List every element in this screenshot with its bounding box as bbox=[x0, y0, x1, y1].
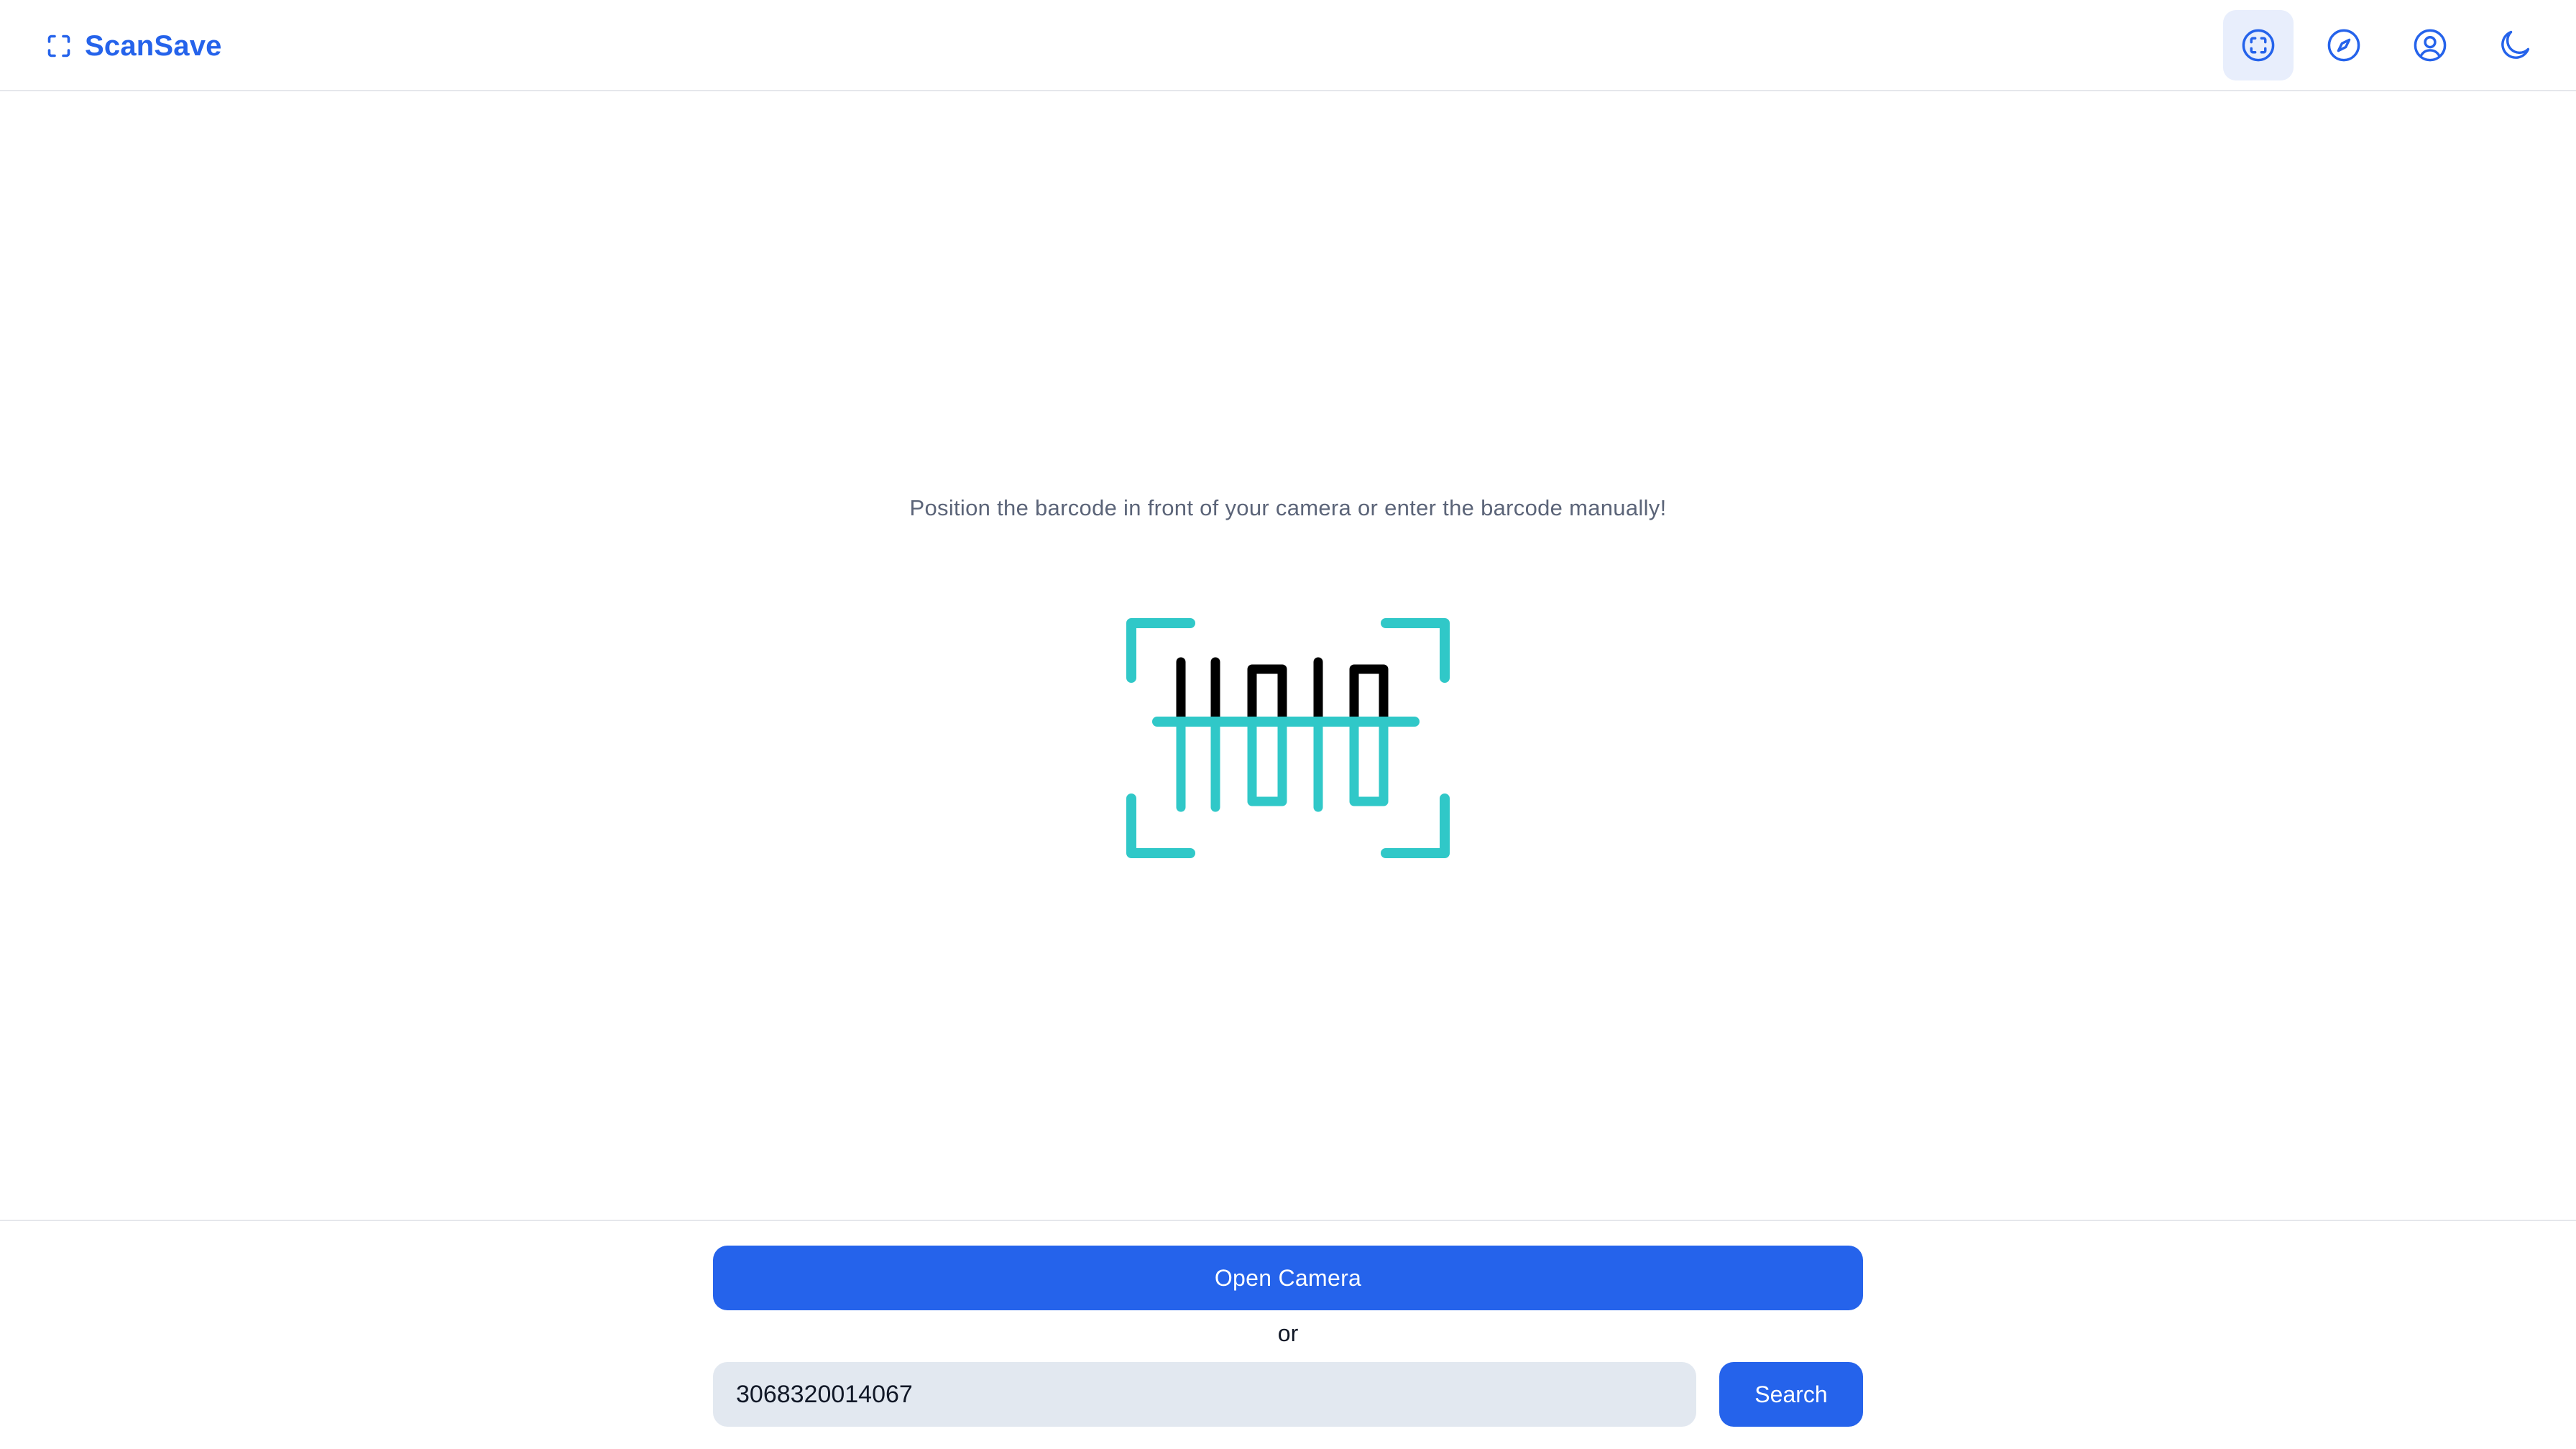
user-circle-icon bbox=[2414, 29, 2447, 62]
scan-controls: Open Camera or Search bbox=[0, 1220, 2576, 1449]
app-root: ScanSave Position the barcode in front o… bbox=[0, 0, 2576, 1449]
nav-profile-button[interactable] bbox=[2395, 10, 2465, 80]
search-button[interactable]: Search bbox=[1719, 1362, 1863, 1427]
barcode-scan-illustration bbox=[1124, 613, 1452, 863]
compass-icon bbox=[2327, 29, 2360, 62]
scan-instruction-text: Position the barcode in front of your ca… bbox=[909, 495, 1667, 520]
barcode-input[interactable] bbox=[713, 1362, 1696, 1427]
scanner-main: Position the barcode in front of your ca… bbox=[0, 93, 2576, 1220]
brand-logo-link[interactable]: ScanSave bbox=[46, 29, 222, 63]
scan-frame-icon bbox=[47, 34, 70, 58]
nav-explore-button[interactable] bbox=[2309, 10, 2379, 80]
theme-toggle-button[interactable] bbox=[2480, 10, 2550, 80]
moon-icon bbox=[2501, 30, 2530, 59]
barcode-scan-icon bbox=[1126, 618, 1450, 858]
scan-icon bbox=[2242, 29, 2275, 62]
nav-scan-button[interactable] bbox=[2223, 10, 2294, 80]
brand-name: ScanSave bbox=[85, 29, 222, 62]
top-navbar: ScanSave bbox=[0, 0, 2576, 91]
open-camera-button[interactable]: Open Camera bbox=[713, 1246, 1863, 1310]
or-separator: or bbox=[1277, 1320, 1299, 1346]
